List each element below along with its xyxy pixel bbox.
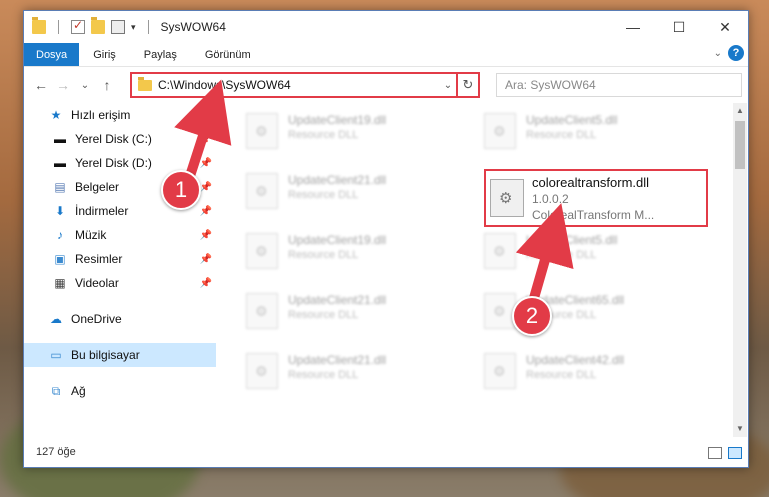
search-input[interactable]: Ara: SysWOW64 [496, 73, 742, 97]
list-item[interactable]: UpdateClient19.dllResource DLL [246, 113, 466, 163]
dll-file-icon [484, 113, 516, 149]
help-icon[interactable]: ? [728, 45, 744, 61]
pin-icon[interactable]: 📌 [200, 158, 212, 169]
music-icon: ♪ [57, 228, 63, 242]
navigation-pane: ★ Hızlı erişim ▬ Yerel Disk (C:) 📌 ▬ Yer… [24, 103, 216, 437]
status-bar: 127 öğe [24, 437, 748, 467]
video-icon: ▦ [54, 276, 66, 290]
dll-file-icon [246, 173, 278, 209]
up-button[interactable]: ↑ [96, 77, 118, 93]
title-bar: ▾ SysWOW64 — ☐ ✕ [24, 11, 748, 43]
maximize-button[interactable]: ☐ [656, 11, 702, 43]
ribbon-expand-icon[interactable]: ⌄ [714, 48, 722, 59]
network-icon: ⧉ [51, 383, 61, 398]
file-description: ColorealTransform M... [532, 207, 655, 222]
drive-icon: ▬ [54, 132, 66, 146]
list-item[interactable]: UpdateClient21.dllResource DLL [246, 293, 466, 343]
minimize-button[interactable]: — [610, 11, 656, 43]
details-view-icon[interactable] [708, 447, 722, 459]
highlighted-file[interactable]: colorealtransform.dll 1.0.0.2 ColorealTr… [484, 169, 708, 227]
sidebar-item-onedrive[interactable]: ☁ OneDrive [24, 307, 216, 331]
file-name: colorealtransform.dll [532, 174, 650, 190]
scroll-up-arrow[interactable]: ▲ [733, 103, 747, 119]
refresh-button[interactable]: ↻ [456, 74, 478, 96]
dll-file-icon [490, 179, 524, 217]
step-badge-1: 1 [161, 170, 201, 210]
sidebar-item-this-pc[interactable]: ▭ Bu bilgisayar [24, 343, 216, 367]
tab-file[interactable]: Dosya [24, 43, 80, 66]
folder-icon [32, 17, 46, 34]
star-icon: ★ [50, 108, 62, 122]
scroll-thumb[interactable] [735, 121, 745, 169]
file-list: UpdateClient19.dllResource DLL UpdateCli… [224, 103, 734, 437]
navigation-bar: ← → ⌄ ↑ C:\Windows\SysWOW64 ⌄ ↻ Ara: Sys… [24, 67, 748, 103]
dll-file-icon [484, 353, 516, 389]
customize-icon[interactable] [111, 20, 125, 34]
dll-file-icon [246, 353, 278, 389]
sidebar-item-music[interactable]: ♪ Müzik 📌 [24, 223, 216, 247]
scroll-down-arrow[interactable]: ▼ [733, 421, 747, 437]
sidebar-item-network[interactable]: ⧉ Ağ [24, 379, 216, 403]
chevron-down-icon[interactable]: ⌄ [440, 80, 456, 91]
recent-locations-button[interactable]: ⌄ [74, 80, 96, 91]
tab-view[interactable]: Görünüm [191, 43, 265, 66]
dll-file-icon [484, 293, 516, 329]
tab-home[interactable]: Giriş [79, 43, 130, 66]
properties-check-icon[interactable] [71, 18, 85, 34]
list-item[interactable]: UpdateClient5.dllResource DLL [484, 233, 704, 283]
pin-icon[interactable]: 📌 [200, 182, 212, 193]
dll-file-icon [484, 233, 516, 269]
sidebar-item-quick-access[interactable]: ★ Hızlı erişim [24, 103, 216, 127]
folder-icon [138, 76, 152, 91]
ribbon-tabs: Dosya Giriş Paylaş Görünüm ⌄ ? [24, 43, 748, 67]
window-controls: — ☐ ✕ [610, 11, 748, 43]
pin-icon[interactable]: 📌 [200, 206, 212, 217]
pin-icon[interactable]: 📌 [200, 134, 212, 145]
close-button[interactable]: ✕ [702, 11, 748, 43]
tab-share[interactable]: Paylaş [130, 43, 191, 66]
dll-file-icon [246, 233, 278, 269]
explorer-window: ▾ SysWOW64 — ☐ ✕ Dosya Giriş Paylaş Görü… [23, 10, 749, 468]
pictures-icon: ▣ [54, 252, 66, 266]
list-item[interactable]: UpdateClient21.dllResource DLL [246, 173, 466, 223]
pin-icon[interactable]: 📌 [200, 278, 212, 289]
sidebar-item-pictures[interactable]: ▣ Resimler 📌 [24, 247, 216, 271]
list-item[interactable]: UpdateClient42.dllResource DLL [484, 353, 704, 403]
vertical-scrollbar[interactable]: ▲ ▼ [733, 103, 747, 437]
back-button[interactable]: ← [30, 77, 52, 93]
sidebar-item-videos[interactable]: ▦ Videolar 📌 [24, 271, 216, 295]
new-folder-icon[interactable] [91, 17, 105, 34]
list-item[interactable]: UpdateClient21.dllResource DLL [246, 353, 466, 403]
list-item[interactable]: UpdateClient5.dllResource DLL [484, 113, 704, 163]
forward-button[interactable]: → [52, 77, 74, 93]
list-item[interactable]: UpdateClient19.dllResource DLL [246, 233, 466, 283]
dropdown-icon[interactable]: ▾ [131, 22, 136, 33]
file-version: 1.0.0.2 [532, 191, 569, 206]
quick-access-toolbar: ▾ SysWOW64 [24, 17, 226, 34]
drive-icon: ▬ [54, 156, 66, 170]
address-path[interactable]: C:\Windows\SysWOW64 [158, 78, 440, 92]
document-icon: ▤ [54, 180, 66, 194]
step-badge-2: 2 [512, 296, 552, 336]
cloud-icon: ☁ [50, 312, 62, 326]
download-icon: ⬇ [54, 204, 66, 218]
dll-file-icon [246, 113, 278, 149]
address-bar[interactable]: C:\Windows\SysWOW64 ⌄ ↻ [130, 72, 480, 98]
sidebar-item-disk-c[interactable]: ▬ Yerel Disk (C:) 📌 [24, 127, 216, 151]
dll-file-icon [246, 293, 278, 329]
window-title: SysWOW64 [160, 20, 226, 34]
pin-icon[interactable]: 📌 [200, 254, 212, 265]
item-count: 127 öğe [36, 446, 76, 458]
pin-icon[interactable]: 📌 [200, 230, 212, 241]
tiles-view-icon[interactable] [728, 447, 742, 459]
computer-icon: ▭ [50, 348, 62, 362]
